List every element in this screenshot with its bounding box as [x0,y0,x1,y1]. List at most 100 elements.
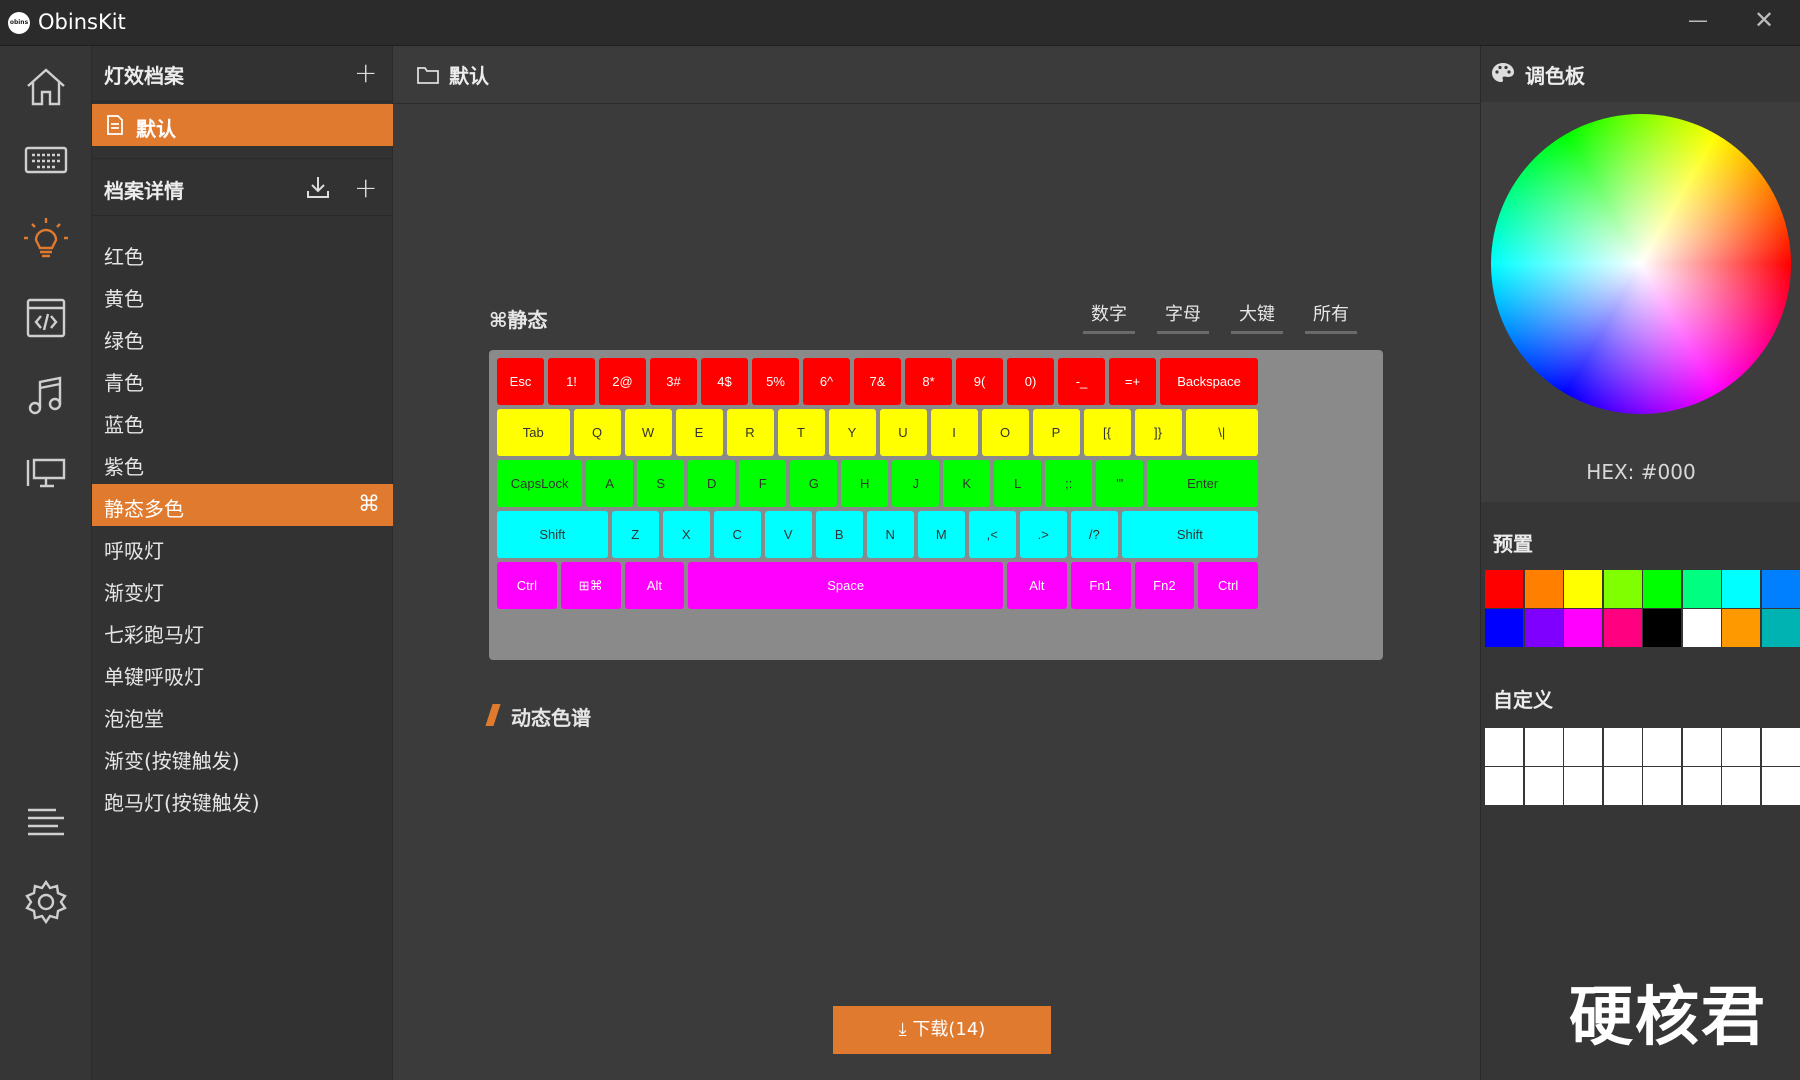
key-ctrl[interactable]: Ctrl [497,562,557,609]
preset-swatch[interactable] [1682,609,1721,647]
custom-swatch[interactable] [1524,767,1563,805]
key-fn2[interactable]: Fn2 [1134,562,1195,609]
key-alt[interactable]: Alt [1007,562,1067,609]
key-i[interactable]: I [930,409,978,456]
key-[interactable]: ;: [1045,460,1093,507]
custom-swatch[interactable] [1761,728,1800,766]
music-icon[interactable] [20,370,72,422]
menu-icon[interactable] [20,796,72,848]
effect-item[interactable]: 紫色 [92,442,393,484]
add-detail-button[interactable]: + [354,171,377,204]
key-m[interactable]: M [917,511,965,558]
key-1[interactable]: 1! [548,358,595,405]
key-alt[interactable]: Alt [624,562,685,609]
key-[interactable]: .> [1019,511,1067,558]
key-capslock[interactable]: CapsLock [497,460,583,507]
custom-swatch[interactable] [1485,728,1523,766]
effect-item[interactable]: 绿色 [92,316,393,358]
key-e[interactable]: E [675,409,723,456]
preset-swatch[interactable] [1524,609,1563,647]
key-space[interactable]: Space [688,562,1003,609]
key-enter[interactable]: Enter [1147,460,1258,507]
effect-item[interactable]: 泡泡堂 [92,694,393,736]
keyboard-icon[interactable] [20,134,72,186]
key-[interactable]: ]} [1134,409,1182,456]
preset-swatch[interactable] [1722,609,1760,647]
effect-item[interactable]: 黄色 [92,274,393,316]
preset-swatch[interactable] [1524,570,1563,608]
download-button[interactable]: ⤓ 下载(14) [833,1006,1051,1054]
preset-swatch[interactable] [1643,570,1681,608]
custom-swatch[interactable] [1761,767,1800,805]
lighting-icon[interactable] [20,212,72,264]
key-l[interactable]: L [994,460,1042,507]
key-4[interactable]: 4$ [701,358,748,405]
preset-swatch[interactable] [1682,570,1721,608]
key-d[interactable]: D [688,460,736,507]
key-7[interactable]: 7& [854,358,901,405]
effect-item[interactable]: 青色 [92,358,393,400]
key-[interactable]: [{ [1083,409,1131,456]
key-y[interactable]: Y [828,409,876,456]
key-a[interactable]: A [586,460,634,507]
key-o[interactable]: O [981,409,1029,456]
color-wheel[interactable] [1491,114,1791,414]
key-3[interactable]: 3# [650,358,697,405]
custom-swatch[interactable] [1682,728,1721,766]
key-fn1[interactable]: Fn1 [1070,562,1131,609]
custom-swatch[interactable] [1643,767,1681,805]
key-v[interactable]: V [764,511,812,558]
key-b[interactable]: B [815,511,863,558]
key-shift[interactable]: Shift [1121,511,1258,558]
filter-tab-all[interactable]: 所有 [1305,300,1357,334]
key-6[interactable]: 6^ [803,358,850,405]
filter-tab-letters[interactable]: 字母 [1157,300,1209,334]
effect-item[interactable]: 七彩跑马灯 [92,610,393,652]
key-[interactable]: /? [1070,511,1118,558]
key-2[interactable]: 2@ [599,358,646,405]
custom-swatch[interactable] [1485,767,1523,805]
key-x[interactable]: X [662,511,710,558]
effect-item[interactable]: 渐变灯 [92,568,393,610]
key-w[interactable]: W [624,409,672,456]
effect-item[interactable]: 蓝色 [92,400,393,442]
custom-swatch[interactable] [1603,728,1642,766]
key-[interactable]: ⊞⌘ [560,562,621,609]
effect-item[interactable]: 呼吸灯 [92,526,393,568]
preset-swatch[interactable] [1603,609,1642,647]
close-button[interactable]: ✕ [1746,6,1782,38]
key-backspace[interactable]: Backspace [1160,358,1258,405]
key-q[interactable]: Q [573,409,621,456]
key-n[interactable]: N [866,511,914,558]
preset-swatch[interactable] [1564,609,1602,647]
key-u[interactable]: U [879,409,927,456]
export-icon[interactable] [304,173,332,201]
add-profile-button[interactable]: + [354,56,377,89]
filter-tab-bigkeys[interactable]: 大键 [1231,300,1283,334]
key-tab[interactable]: Tab [497,409,570,456]
custom-swatch[interactable] [1524,728,1563,766]
effect-item[interactable]: 红色 [92,232,393,274]
preset-swatch[interactable] [1485,570,1523,608]
key-c[interactable]: C [713,511,761,558]
filter-tab-numbers[interactable]: 数字 [1083,300,1135,334]
custom-swatch[interactable] [1722,767,1760,805]
key-[interactable]: =+ [1109,358,1156,405]
key-[interactable]: ,< [968,511,1016,558]
key-9[interactable]: 9( [956,358,1003,405]
preset-swatch[interactable] [1603,570,1642,608]
effect-item[interactable]: 渐变(按键触发) [92,736,393,778]
preset-swatch[interactable] [1643,609,1681,647]
custom-swatch[interactable] [1564,767,1602,805]
home-icon[interactable] [20,60,72,112]
settings-icon[interactable] [20,876,72,928]
key-k[interactable]: K [943,460,991,507]
key-8[interactable]: 8* [905,358,952,405]
preset-swatch[interactable] [1722,570,1760,608]
key-j[interactable]: J [892,460,940,507]
effect-item[interactable]: 跑马灯(按键触发) [92,778,393,820]
custom-swatch[interactable] [1682,767,1721,805]
custom-swatch[interactable] [1722,728,1760,766]
key-z[interactable]: Z [611,511,659,558]
key-f[interactable]: F [739,460,787,507]
